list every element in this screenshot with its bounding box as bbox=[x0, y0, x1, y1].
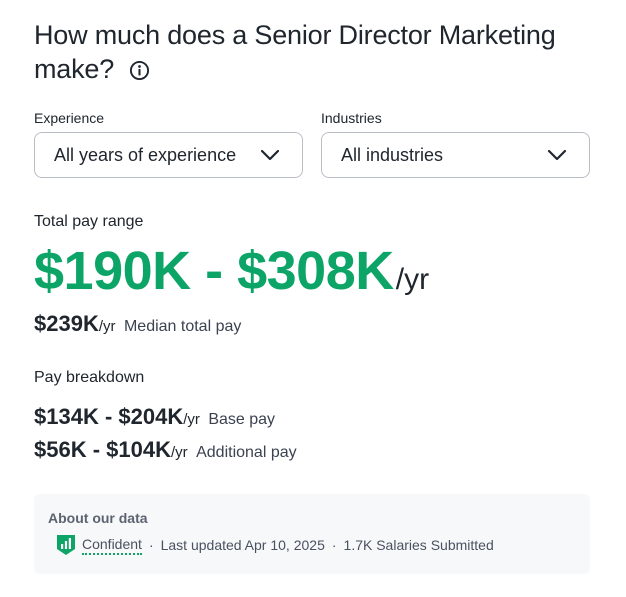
experience-select-value: All years of experience bbox=[54, 144, 237, 165]
experience-label: Experience bbox=[34, 110, 105, 126]
total-pay-range-amount: $190K - $308K bbox=[34, 241, 394, 301]
chevron-down-icon bbox=[547, 145, 567, 166]
bar-chart-shield-icon bbox=[56, 534, 76, 556]
pay-breakdown-label: Pay breakdown bbox=[34, 369, 145, 386]
total-pay-range-unit: /yr bbox=[395, 263, 430, 296]
about-data-panel: About our data Confident · Last updated … bbox=[34, 494, 590, 574]
last-updated-text: Last updated Apr 10, 2025 bbox=[160, 537, 325, 553]
page-title-text: How much does a Senior Director Marketin… bbox=[34, 20, 556, 84]
base-pay-desc: Base pay bbox=[208, 411, 276, 428]
separator-dot: · bbox=[148, 537, 154, 553]
median-unit: /yr bbox=[98, 318, 116, 335]
experience-select[interactable]: All years of experience bbox=[34, 132, 303, 178]
industries-label: Industries bbox=[321, 110, 382, 126]
page-title: How much does a Senior Director Marketin… bbox=[34, 18, 594, 89]
info-icon[interactable] bbox=[129, 55, 150, 89]
total-pay-range-label: Total pay range bbox=[34, 213, 144, 230]
median-total-pay: $239K/yr Median total pay bbox=[34, 311, 241, 337]
confidence-link[interactable]: Confident bbox=[82, 536, 142, 555]
additional-pay-desc: Additional pay bbox=[196, 444, 297, 461]
salaries-submitted-text: 1.7K Salaries Submitted bbox=[343, 537, 494, 553]
salary-page: How much does a Senior Director Marketin… bbox=[0, 0, 626, 597]
chevron-down-icon bbox=[260, 145, 280, 166]
median-desc: Median total pay bbox=[123, 318, 242, 335]
separator-dot: · bbox=[331, 537, 337, 553]
base-pay-row: $134K - $204K/yr Base pay bbox=[34, 404, 275, 430]
additional-pay-unit: /yr bbox=[170, 444, 188, 461]
base-pay-unit: /yr bbox=[183, 411, 200, 428]
industries-select[interactable]: All industries bbox=[321, 132, 590, 178]
median-amount: $239K bbox=[34, 311, 99, 336]
additional-pay-row: $56K - $104K/yr Additional pay bbox=[34, 437, 297, 463]
total-pay-range: $190K - $308K/yr bbox=[34, 236, 429, 315]
industries-select-value: All industries bbox=[341, 144, 444, 165]
about-data-line: Confident · Last updated Apr 10, 2025 · … bbox=[56, 534, 494, 556]
about-data-title: About our data bbox=[48, 510, 148, 526]
additional-pay-amount: $56K - $104K bbox=[34, 437, 171, 462]
base-pay-amount: $134K - $204K bbox=[34, 404, 184, 429]
